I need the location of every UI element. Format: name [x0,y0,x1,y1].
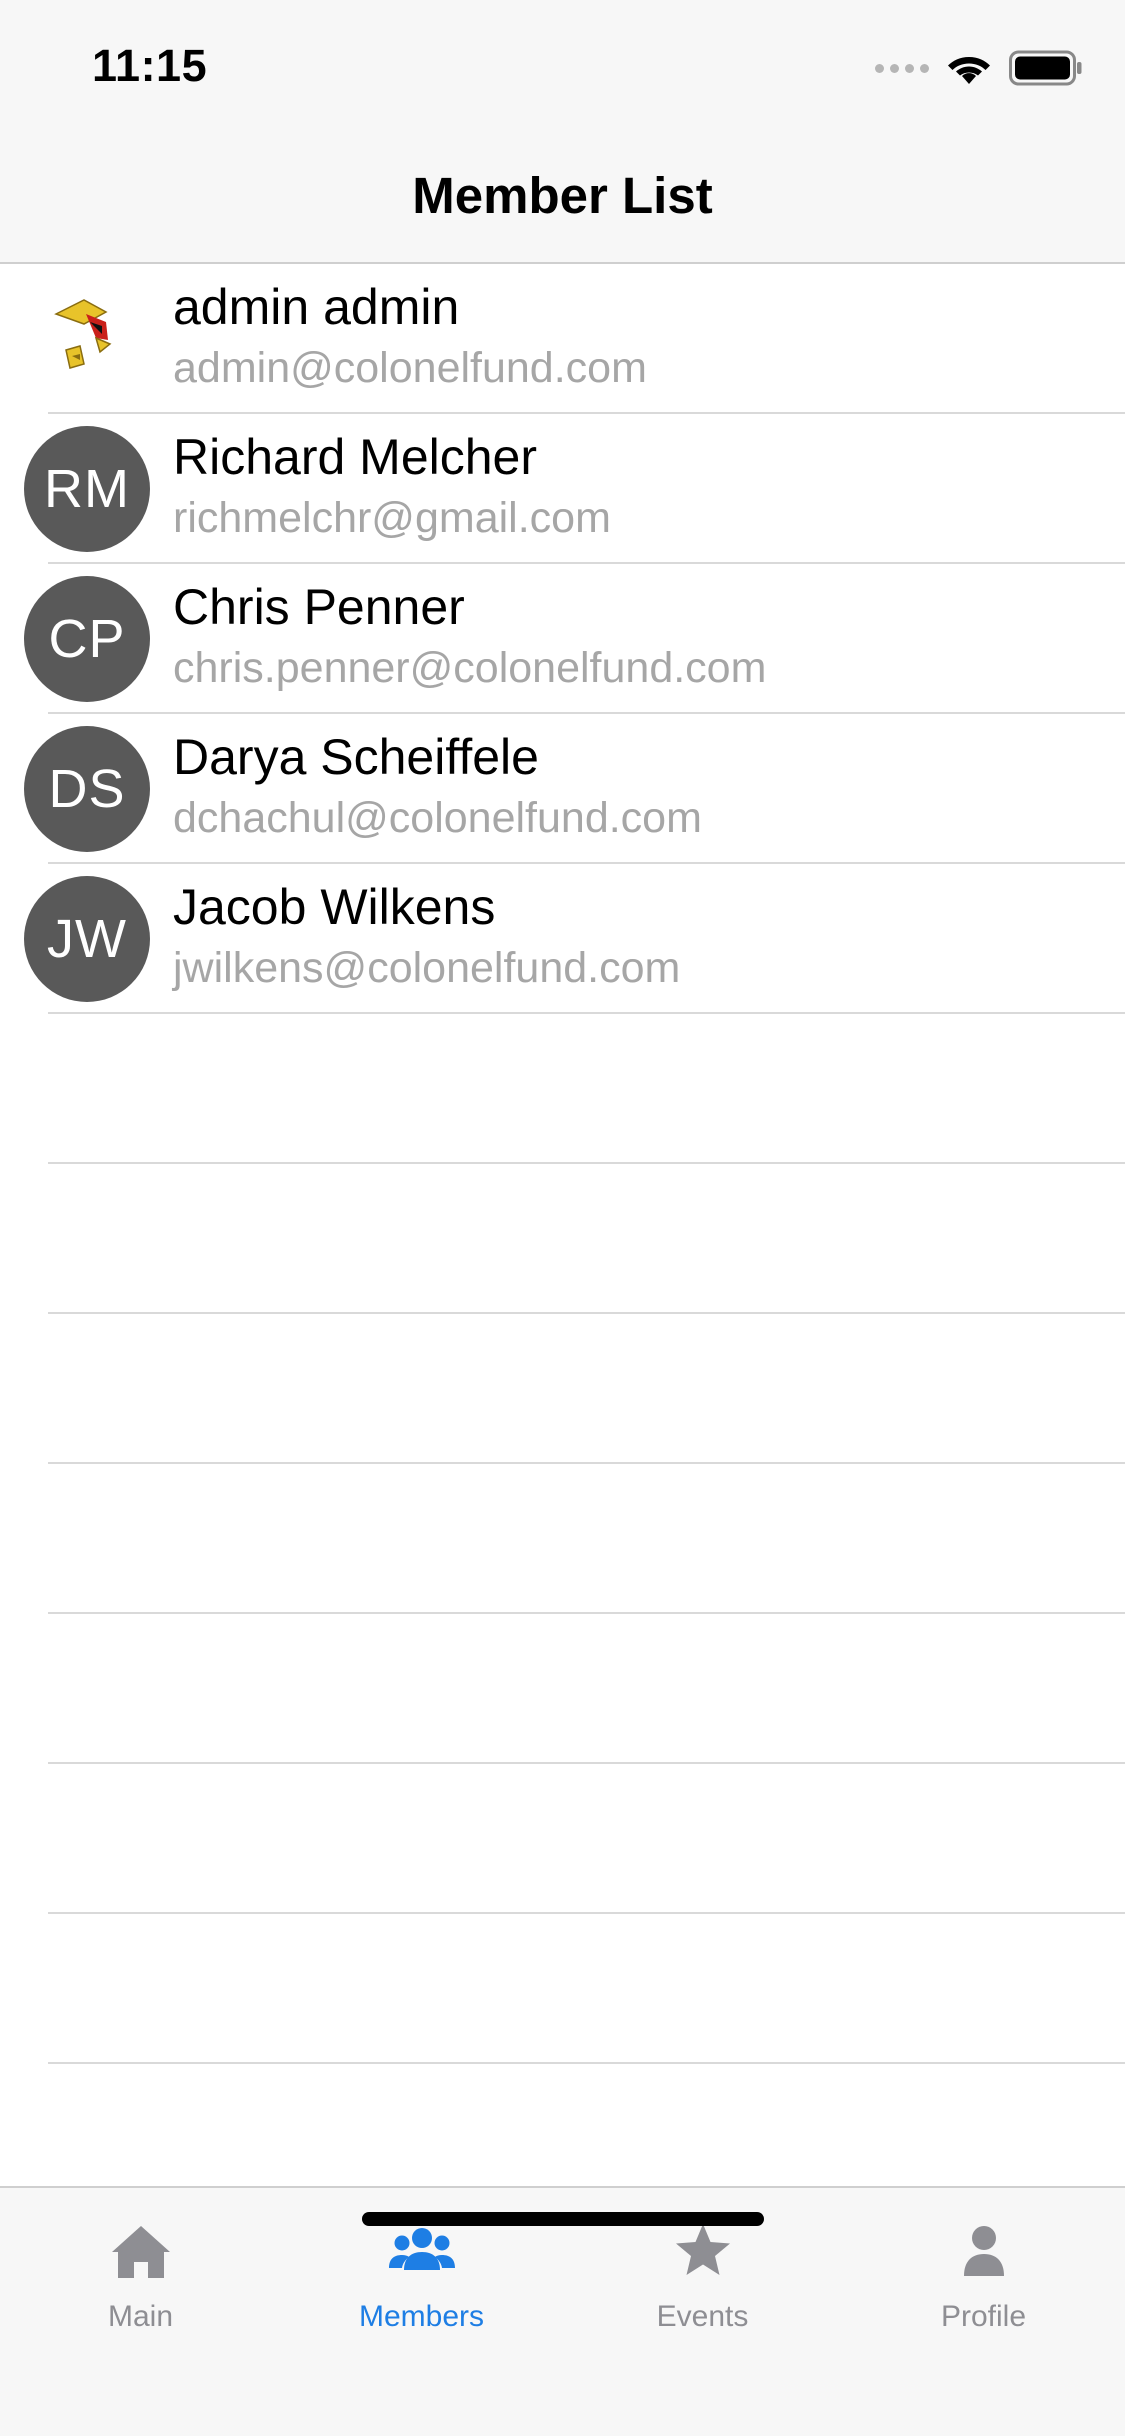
empty-row [0,1314,1125,1464]
tab-members[interactable]: Members [281,2216,562,2346]
member-row[interactable]: JW Jacob Wilkens jwilkens@colonelfund.co… [0,864,1125,1014]
tab-main[interactable]: Main [0,2216,281,2346]
tab-events[interactable]: Events [562,2216,843,2346]
navigation-bar: Member List [0,132,1125,264]
member-row[interactable]: admin admin admin@colonelfund.com [0,264,1125,414]
member-email: admin@colonelfund.com [173,344,647,392]
avatar: CP [24,576,150,702]
status-indicators [875,48,1083,88]
cellular-signal-icon [875,63,929,73]
status-time: 11:15 [92,40,208,91]
member-name: Chris Penner [173,579,465,635]
avatar: RM [24,426,150,552]
page-title: Member List [412,167,713,224]
empty-row [0,1014,1125,1164]
star-icon [675,2224,730,2275]
member-name: admin admin [173,279,460,335]
empty-row [0,1614,1125,1764]
member-row[interactable]: RM Richard Melcher richmelchr@gmail.com [0,414,1125,564]
tab-profile[interactable]: Profile [843,2216,1124,2346]
home-indicator[interactable] [362,2212,764,2226]
member-name: Richard Melcher [173,429,538,485]
logo-icon [54,299,112,369]
member-name: Jacob Wilkens [173,879,496,935]
member-row[interactable]: DS Darya Scheiffele dchachul@colonelfund… [0,714,1125,864]
member-email: chris.penner@colonelfund.com [173,644,767,692]
member-list: admin admin admin@colonelfund.com RM Ric… [0,264,1125,1014]
member-email: dchachul@colonelfund.com [173,794,702,842]
battery-icon [1009,50,1082,86]
member-email: jwilkens@colonelfund.com [173,944,681,992]
empty-list-area [0,1014,1125,2214]
avatar: DS [24,726,150,852]
avatar: JW [24,876,150,1002]
member-name: Darya Scheiffele [173,729,539,785]
tab-label: Profile [940,2300,1027,2333]
empty-row [0,1464,1125,1614]
tab-label: Members [358,2300,485,2333]
people-icon [388,2228,455,2270]
empty-row [0,1764,1125,1914]
member-email: richmelchr@gmail.com [173,494,611,542]
person-icon [963,2226,1004,2276]
member-row[interactable]: CP Chris Penner chris.penner@colonelfund… [0,564,1125,714]
home-icon [111,2226,170,2278]
status-bar: 11:15 [0,0,1125,132]
tab-label: Events [656,2300,749,2333]
wifi-icon [948,57,990,84]
empty-row [0,1164,1125,1314]
empty-row [0,1914,1125,2064]
tab-label: Main [107,2300,174,2333]
